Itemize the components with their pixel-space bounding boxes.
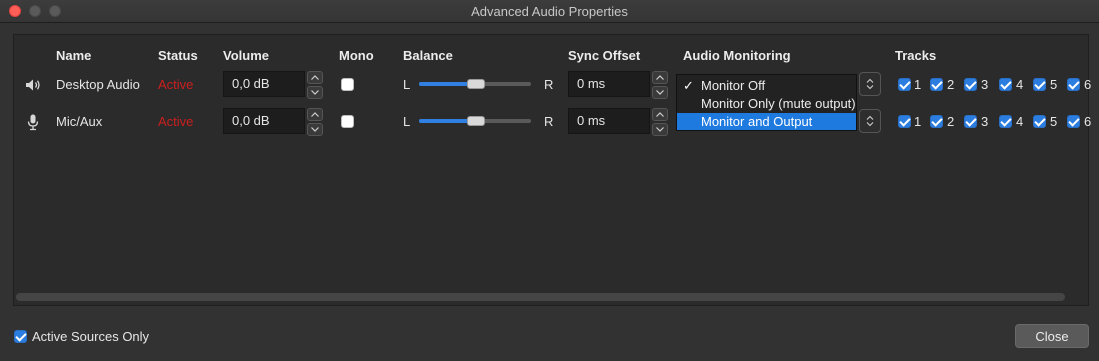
track-4-label: 4 (1016, 77, 1024, 92)
source-name-desktop-audio: Desktop Audio (56, 77, 140, 92)
active-sources-only-checkbox[interactable] (14, 330, 27, 343)
header-volume: Volume (223, 48, 269, 63)
speaker-icon (26, 79, 40, 91)
track-2-checkbox[interactable] (930, 78, 943, 91)
track-6-checkbox[interactable] (1067, 78, 1080, 91)
track-2-label: 2 (947, 114, 955, 129)
header-mono: Mono (339, 48, 374, 63)
monitoring-option-label: Monitor Only (mute output) (701, 96, 856, 111)
track-5-checkbox[interactable] (1033, 115, 1046, 128)
monitoring-dropdown-arrow-icon[interactable] (859, 109, 881, 133)
header-status: Status (158, 48, 198, 63)
monitoring-option-label: Monitor and Output (701, 114, 813, 129)
stepper-down-icon[interactable] (307, 123, 323, 136)
checkmark-icon: ✓ (683, 78, 694, 93)
track-3-label: 3 (981, 114, 989, 129)
stepper-down-icon[interactable] (652, 86, 668, 99)
monitoring-option-monitor-and-output[interactable]: Monitor and Output (677, 113, 856, 130)
track-6-checkbox[interactable] (1067, 115, 1080, 128)
status-badge: Active (158, 114, 194, 129)
track-5-checkbox[interactable] (1033, 78, 1046, 91)
track-6-label: 6 (1084, 114, 1092, 129)
track-5-label: 5 (1050, 114, 1058, 129)
volume-stepper[interactable] (307, 108, 323, 136)
track-6-label: 6 (1084, 77, 1092, 92)
monitoring-dropdown-menu: ✓ Monitor Off Monitor Only (mute output)… (676, 74, 857, 131)
track-4-label: 4 (1016, 114, 1024, 129)
status-badge: Active (158, 77, 194, 92)
source-name-mic-aux: Mic/Aux (56, 114, 103, 129)
monitoring-option-monitor-only[interactable]: Monitor Only (mute output) (677, 95, 856, 112)
header-tracks: Tracks (895, 48, 937, 63)
window-title: Advanced Audio Properties (471, 4, 628, 19)
track-3-checkbox[interactable] (964, 115, 977, 128)
stepper-down-icon[interactable] (652, 123, 668, 136)
active-sources-only-label: Active Sources Only (32, 329, 150, 344)
sync-offset-stepper[interactable] (652, 71, 668, 99)
sync-offset-field[interactable]: 0 ms (568, 71, 650, 97)
microphone-icon (27, 114, 39, 131)
monitoring-option-monitor-off[interactable]: ✓ Monitor Off (677, 77, 856, 94)
stepper-up-icon[interactable] (652, 71, 668, 84)
header-audio-monitoring: Audio Monitoring (683, 48, 791, 63)
sources-table (13, 34, 1089, 306)
balance-left-label: L (403, 114, 411, 129)
track-3-label: 3 (981, 77, 989, 92)
stepper-down-icon[interactable] (307, 86, 323, 99)
header-sync-offset: Sync Offset (568, 48, 641, 63)
track-1-checkbox[interactable] (898, 78, 911, 91)
stepper-up-icon[interactable] (652, 108, 668, 121)
track-1-label: 1 (914, 114, 922, 129)
track-5-label: 5 (1050, 77, 1058, 92)
track-2-checkbox[interactable] (930, 115, 943, 128)
track-1-checkbox[interactable] (898, 115, 911, 128)
mono-checkbox[interactable] (341, 78, 354, 91)
balance-right-label: R (544, 114, 554, 129)
sync-offset-stepper[interactable] (652, 108, 668, 136)
header-balance: Balance (403, 48, 453, 63)
balance-right-label: R (544, 77, 554, 92)
mono-checkbox[interactable] (341, 115, 354, 128)
stepper-up-icon[interactable] (307, 108, 323, 121)
track-4-checkbox[interactable] (999, 78, 1012, 91)
volume-field[interactable]: 0,0 dB (223, 108, 305, 134)
monitoring-dropdown-arrow-icon[interactable] (859, 72, 881, 96)
track-2-label: 2 (947, 77, 955, 92)
track-1-label: 1 (914, 77, 922, 92)
balance-slider-handle[interactable] (467, 79, 485, 89)
balance-slider-handle[interactable] (467, 116, 485, 126)
header-name: Name (56, 48, 92, 63)
title-bar: Advanced Audio Properties (0, 0, 1099, 23)
track-3-checkbox[interactable] (964, 78, 977, 91)
stepper-up-icon[interactable] (307, 71, 323, 84)
track-4-checkbox[interactable] (999, 115, 1012, 128)
sync-offset-field[interactable]: 0 ms (568, 108, 650, 134)
close-button[interactable]: Close (1015, 324, 1089, 348)
balance-left-label: L (403, 77, 411, 92)
horizontal-scrollbar[interactable] (16, 293, 1065, 301)
volume-field[interactable]: 0,0 dB (223, 71, 305, 97)
monitoring-option-label: Monitor Off (701, 78, 766, 93)
volume-stepper[interactable] (307, 71, 323, 99)
